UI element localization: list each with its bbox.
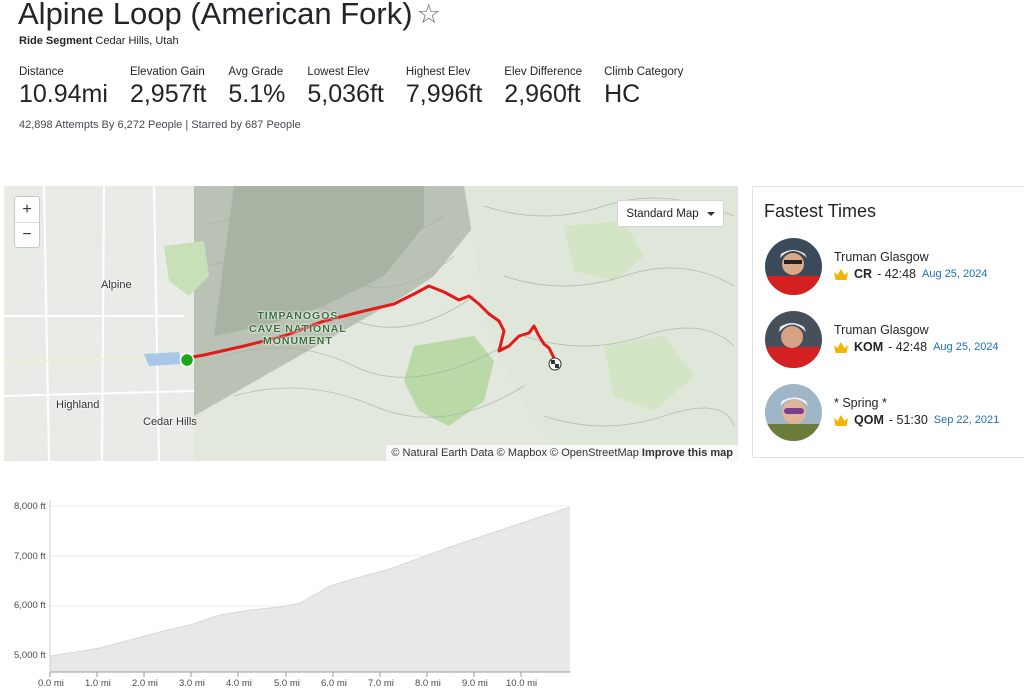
- crown-icon: [834, 268, 848, 280]
- avatar[interactable]: [765, 384, 822, 441]
- stat-distance: Distance 10.94mi: [19, 66, 108, 109]
- stat-label: Climb Category: [604, 66, 684, 78]
- athlete-name[interactable]: Truman Glasgow: [834, 250, 929, 264]
- park-label-line: TIMPANOGOS: [257, 310, 339, 322]
- leader-result: CR - 42:48 Aug 25, 2024: [834, 267, 987, 281]
- x-tick-label: 10.0 mi: [506, 678, 538, 689]
- crown-icon: [834, 341, 848, 353]
- stat-highest-elev: Highest Elev 7,996ft: [406, 66, 482, 109]
- segment-type: Ride Segment: [19, 35, 93, 47]
- stat-label: Avg Grade: [228, 66, 284, 78]
- stat-value: 5.1%: [228, 80, 286, 108]
- leaderboard-entry: Truman Glasgow KOM - 42:48 Aug 25, 2024: [765, 311, 1024, 371]
- x-tick-label: 2.0 mi: [132, 678, 158, 689]
- stat-value: 2,957ft: [129, 80, 207, 108]
- map-label-cedar-hills: Cedar Hills: [143, 416, 197, 428]
- improve-map-link[interactable]: Improve this map: [642, 447, 733, 459]
- attribution-mapbox[interactable]: © Mapbox: [497, 447, 547, 459]
- park-label-line: CAVE NATIONAL: [249, 322, 347, 335]
- segment-stats: Distance 10.94mi Elevation Gain 2,957ft …: [19, 66, 705, 109]
- y-tick-label: 6,000 ft: [14, 600, 46, 611]
- y-tick-label: 8,000 ft: [14, 501, 46, 512]
- avatar[interactable]: [765, 311, 822, 368]
- zoom-in-button[interactable]: +: [15, 197, 39, 222]
- route-finish-marker: [548, 357, 562, 371]
- park-label-line: MONUMENT: [262, 335, 333, 348]
- route-start-marker: [179, 352, 195, 368]
- x-tick-label: 9.0 mi: [462, 678, 488, 689]
- x-tick-label: 8.0 mi: [415, 678, 441, 689]
- effort-date-link[interactable]: Sep 22, 2021: [934, 414, 999, 426]
- segment-title: Alpine Loop (American Fork): [18, 0, 413, 31]
- leaderboard-entry: Truman Glasgow CR - 42:48 Aug 25, 2024: [765, 238, 1024, 298]
- effort-time: - 42:48: [888, 340, 928, 354]
- effort-date-link[interactable]: Aug 25, 2024: [922, 268, 987, 280]
- segment-subtitle: Ride Segment Cedar Hills, Utah: [19, 35, 179, 47]
- x-tick-label: 1.0 mi: [85, 678, 111, 689]
- leader-result: QOM - 51:30 Sep 22, 2021: [834, 413, 999, 427]
- effort-time: - 42:48: [877, 267, 916, 281]
- star-icon[interactable]: ☆: [417, 0, 441, 28]
- x-tick-label: 6.0 mi: [321, 678, 347, 689]
- zoom-out-button[interactable]: −: [15, 222, 39, 247]
- stat-avg-grade: Avg Grade 5.1%: [228, 66, 285, 109]
- segment-map[interactable]: + − Standard Map Alpine Highland Cedar H…: [4, 186, 738, 461]
- caret-down-icon: [706, 211, 715, 216]
- x-tick-label: 3.0 mi: [179, 678, 205, 689]
- rank-label: QOM: [854, 413, 884, 427]
- stat-lowest-elev: Lowest Elev 5,036ft: [307, 66, 383, 109]
- rank-label: KOM: [854, 340, 884, 354]
- stat-label: Elevation Gain: [129, 66, 205, 78]
- effort-time: - 51:30: [888, 413, 928, 427]
- stat-label: Elev Difference: [504, 66, 583, 78]
- map-label-highland: Highland: [56, 399, 100, 411]
- elevation-chart: [49, 500, 571, 677]
- y-tick-label: 7,000 ft: [14, 551, 46, 562]
- leader-result: KOM - 42:48 Aug 25, 2024: [834, 340, 999, 354]
- stat-elevation-gain: Elevation Gain 2,957ft: [130, 66, 206, 109]
- stat-label: Highest Elev: [405, 66, 471, 78]
- stat-label: Distance: [19, 66, 64, 78]
- map-terrain: [4, 186, 738, 461]
- x-tick-label: 5.0 mi: [274, 678, 300, 689]
- athlete-name[interactable]: Truman Glasgow: [834, 323, 929, 337]
- map-label-park: TIMPANOGOS CAVE NATIONAL MONUMENT: [249, 310, 347, 348]
- attribution-osm[interactable]: © OpenStreetMap: [550, 447, 639, 459]
- map-label-alpine: Alpine: [101, 279, 132, 291]
- stat-value: 7,996ft: [405, 80, 483, 108]
- avatar[interactable]: [765, 238, 822, 295]
- stat-value: 10.94mi: [19, 80, 108, 108]
- stat-label: Lowest Elev: [307, 66, 370, 78]
- segment-location: Cedar Hills, Utah: [95, 35, 179, 47]
- map-type-dropdown[interactable]: Standard Map: [617, 200, 724, 227]
- crown-icon: [834, 414, 848, 426]
- map-type-label: Standard Map: [626, 207, 699, 220]
- attribution-natural-earth[interactable]: © Natural Earth Data: [391, 447, 493, 459]
- y-tick-label: 5,000 ft: [14, 650, 46, 661]
- rank-label: CR: [854, 267, 873, 281]
- fastest-times-title: Fastest Times: [764, 201, 877, 221]
- athlete-name[interactable]: * Spring *: [834, 396, 887, 410]
- stat-elev-difference: Elev Difference 2,960ft: [504, 66, 582, 109]
- x-tick-label: 4.0 mi: [226, 678, 252, 689]
- stat-value: HC: [604, 80, 641, 108]
- map-attribution: © Natural Earth Data © Mapbox © OpenStre…: [386, 445, 738, 461]
- segment-header: Alpine Loop (American Fork) ☆: [18, 0, 441, 32]
- effort-date-link[interactable]: Aug 25, 2024: [933, 341, 998, 353]
- x-tick-label: 0.0 mi: [38, 678, 64, 689]
- elevation-profile[interactable]: 8,000 ft 7,000 ft 6,000 ft 5,000 ft 0.0 …: [0, 490, 580, 697]
- x-tick-label: 7.0 mi: [368, 678, 394, 689]
- stat-climb-category: Climb Category HC: [604, 66, 683, 109]
- stat-value: 5,036ft: [307, 80, 384, 108]
- attempts-summary: 42,898 Attempts By 6,272 People | Starre…: [19, 119, 301, 131]
- elevation-area: [50, 507, 570, 672]
- zoom-control: + −: [14, 196, 40, 248]
- stat-value: 2,960ft: [504, 80, 581, 108]
- fastest-times-panel: Fastest Times Truman Glasgow CR - 42:48 …: [752, 186, 1024, 458]
- leaderboard-entry: * Spring * QOM - 51:30 Sep 22, 2021: [765, 384, 1024, 444]
